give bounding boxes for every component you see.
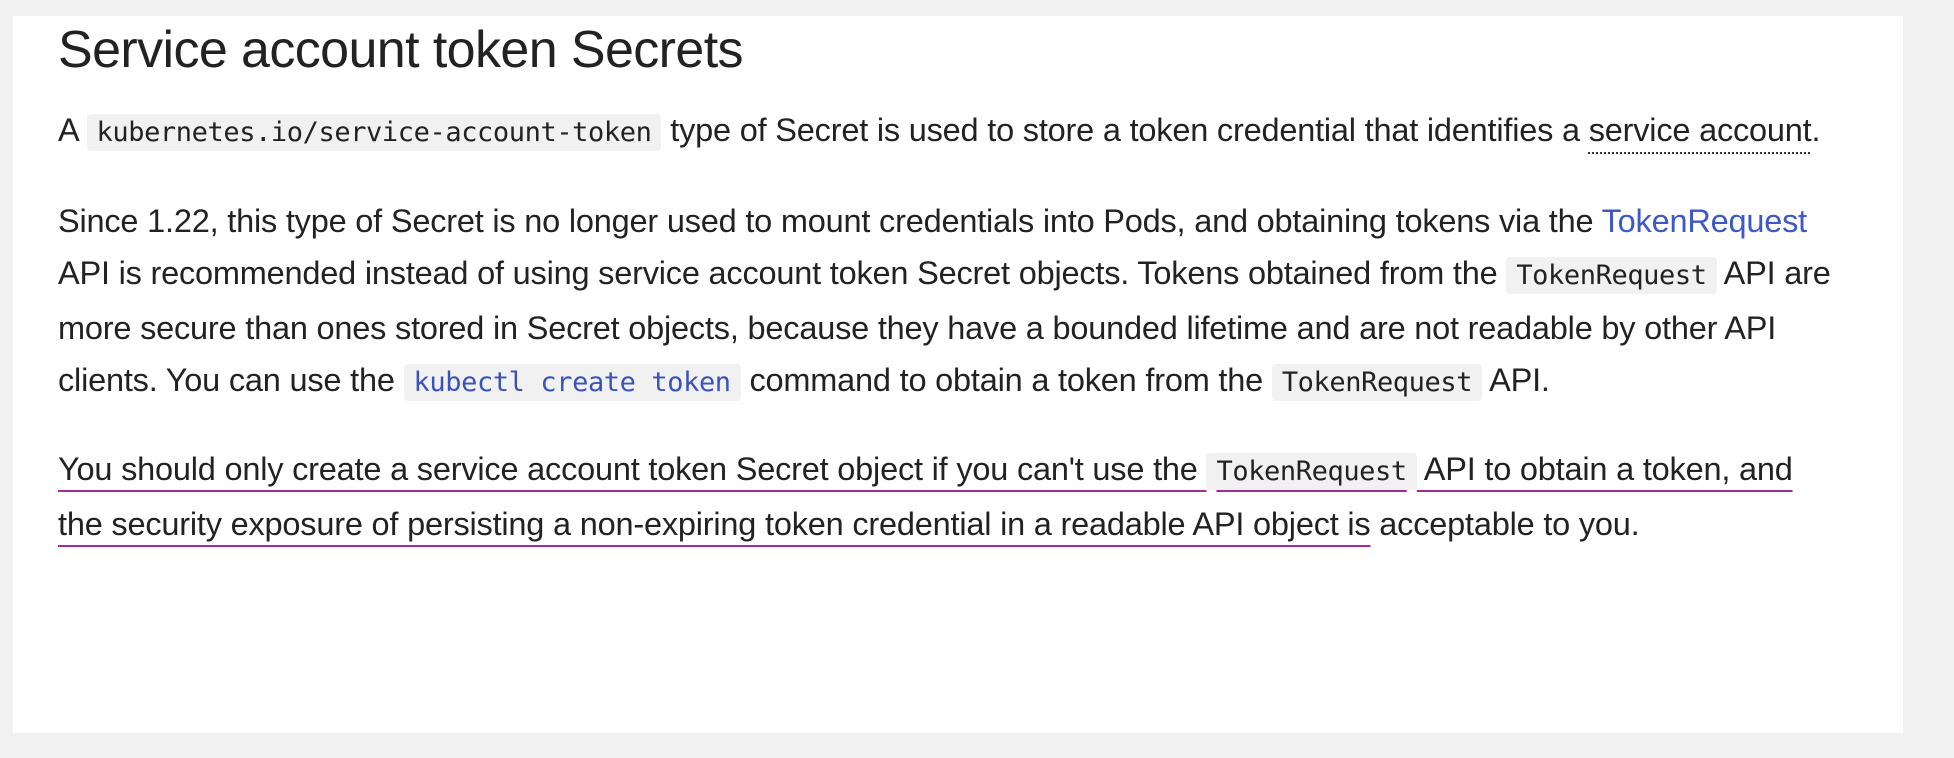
secret-type-code: kubernetes.io/service-account-token	[86, 114, 662, 151]
p3-text-end: acceptable to you.	[1370, 506, 1640, 542]
tokenrequest-link[interactable]: TokenRequest	[1602, 203, 1808, 239]
p2-text-2: API is recommended instead of using serv…	[58, 255, 1507, 291]
tokenrequest-code-1: TokenRequest	[1506, 257, 1717, 294]
p1-text-end: .	[1811, 112, 1821, 148]
p1-text-middle: type of Secret is used to store a token …	[661, 112, 1589, 148]
paragraph-caution: You should only create a service account…	[58, 443, 1845, 550]
service-account-glossary-term[interactable]: service account	[1589, 112, 1812, 148]
kubectl-create-token-link[interactable]: kubectl create token	[403, 362, 741, 401]
p2-text-4: command to obtain a token from the	[740, 362, 1272, 398]
p3-text-start: You should only create a service account…	[58, 451, 1207, 487]
tokenrequest-code-3: TokenRequest	[1206, 453, 1417, 490]
kubectl-create-token-code[interactable]: kubectl create token	[403, 364, 741, 401]
tokenrequest-code-2: TokenRequest	[1271, 364, 1483, 401]
paragraph-secret-type: A kubernetes.io/service-account-token ty…	[58, 104, 1845, 159]
p2-text-end: API.	[1482, 362, 1550, 398]
paragraph-tokenrequest: Since 1.22, this type of Secret is no lo…	[58, 195, 1845, 409]
document-page: Service account token Secrets A kubernet…	[13, 16, 1903, 733]
section-title: Service account token Secrets	[58, 21, 744, 79]
p1-text-start: A	[58, 112, 87, 148]
p2-text-start: Since 1.22, this type of Secret is no lo…	[58, 203, 1602, 239]
